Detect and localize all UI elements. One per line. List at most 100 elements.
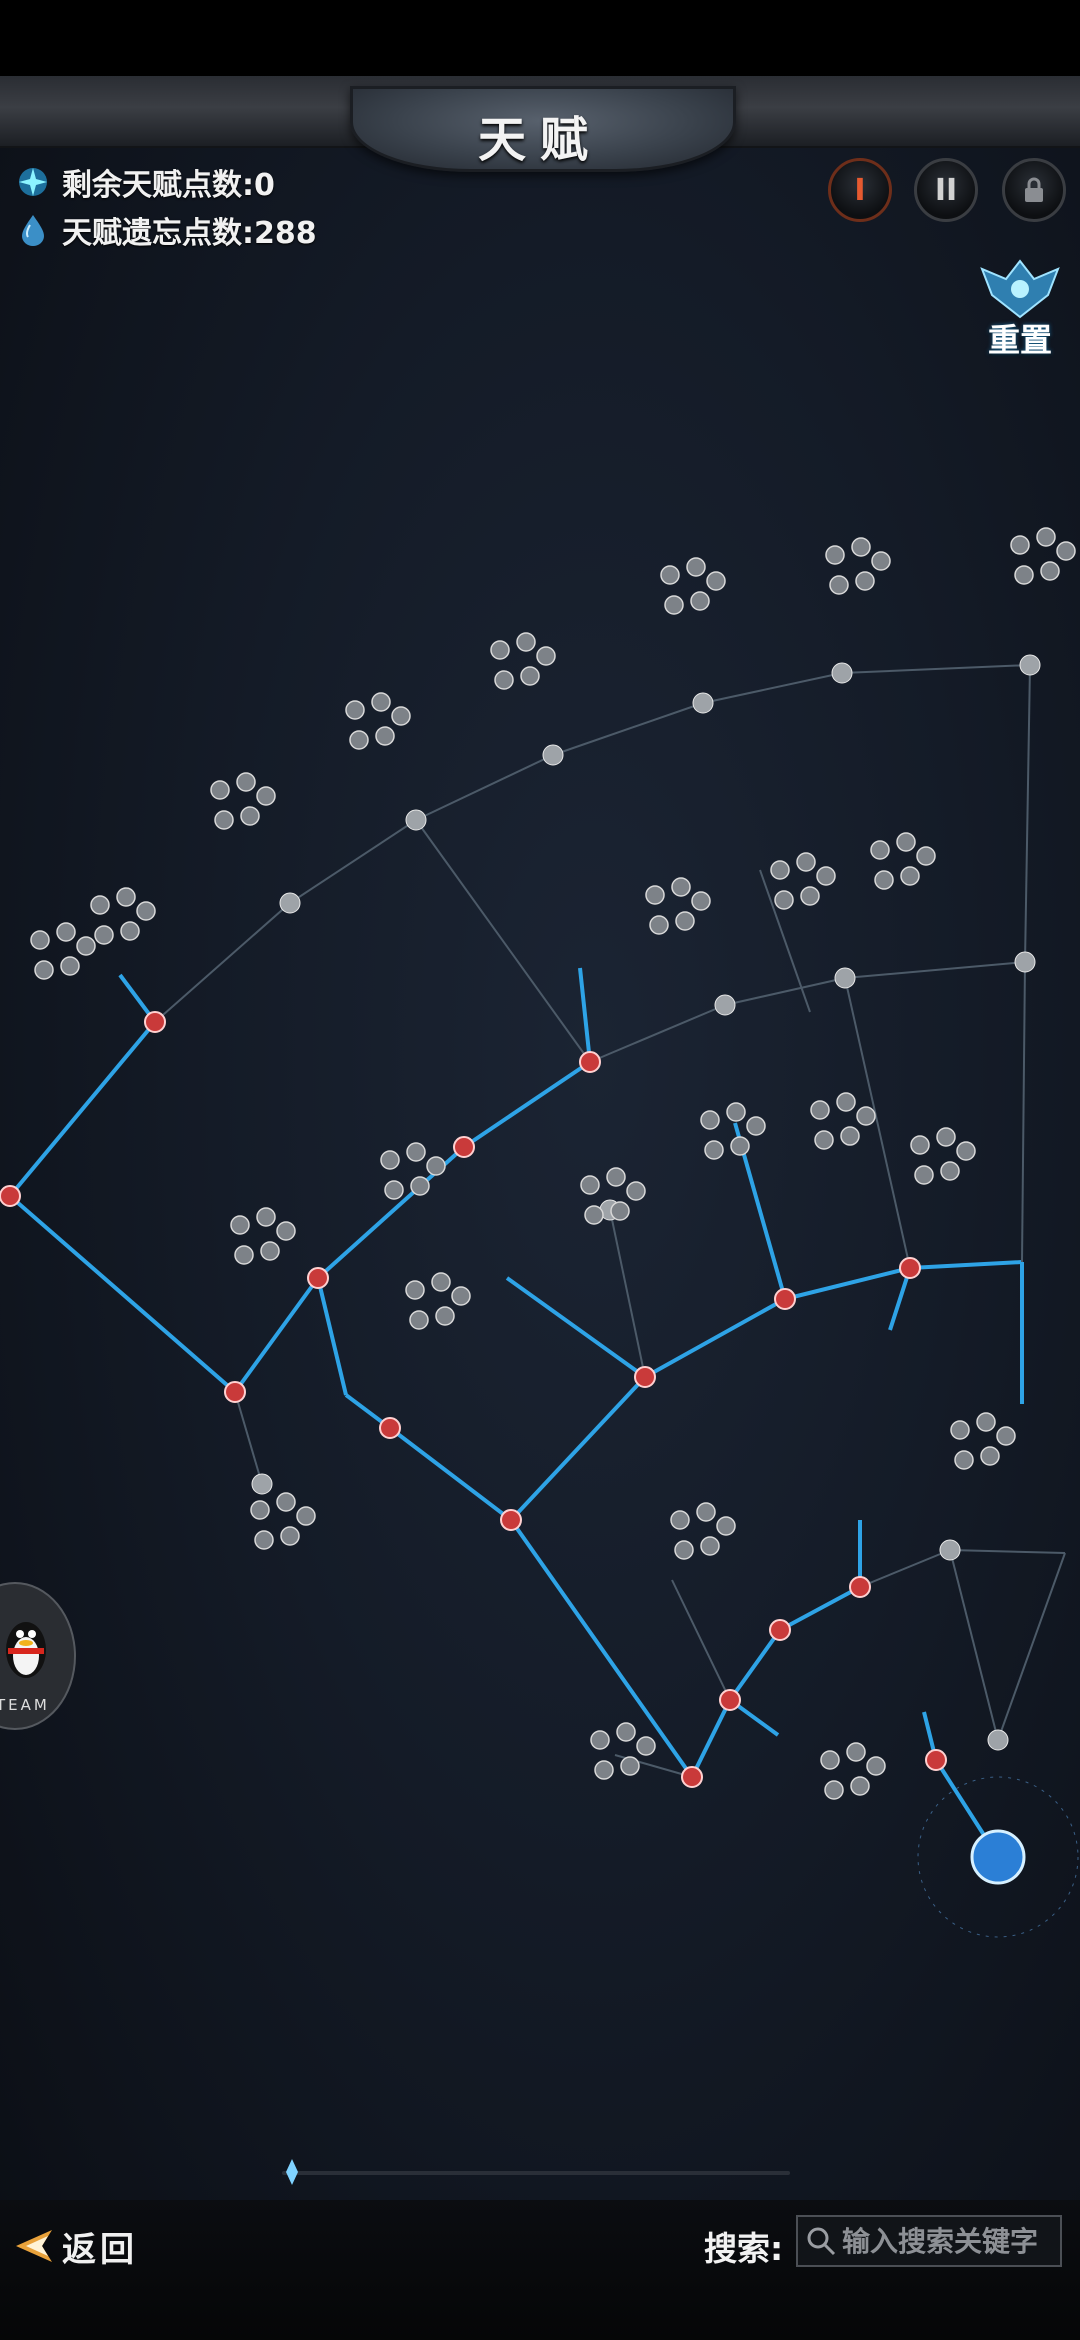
talent-node-minor[interactable] [405, 1280, 425, 1300]
talent-node-minor[interactable] [940, 1161, 960, 1181]
talent-node-minor[interactable] [850, 1776, 870, 1796]
talent-node-minor[interactable] [256, 1207, 276, 1227]
talent-node-minor[interactable] [380, 1150, 400, 1170]
talent-node-minor[interactable] [691, 891, 711, 911]
talent-node-minor[interactable] [234, 1245, 254, 1265]
talent-node-active[interactable] [453, 1136, 475, 1158]
talent-node-minor[interactable] [1010, 535, 1030, 555]
talent-node-minor[interactable] [996, 1426, 1016, 1446]
tier-two-button[interactable]: II [914, 158, 978, 222]
talent-node-minor[interactable] [256, 786, 276, 806]
talent-node-minor[interactable] [451, 1286, 471, 1306]
talent-node-minor[interactable] [214, 810, 234, 830]
talent-node-minor[interactable] [840, 1126, 860, 1146]
talent-node-minor[interactable] [674, 1540, 694, 1560]
talent-node-minor[interactable] [1036, 527, 1056, 547]
talent-node-minor[interactable] [866, 1756, 886, 1776]
talent-node-minor[interactable] [520, 666, 540, 686]
talent-node-minor[interactable] [90, 895, 110, 915]
talent-node-minor[interactable] [936, 1127, 956, 1147]
talent-node-minor[interactable] [916, 846, 936, 866]
talent-root-node[interactable] [970, 1829, 1026, 1885]
talent-node-active[interactable] [634, 1366, 656, 1388]
talent-node-locked[interactable] [279, 892, 301, 914]
talent-node-minor[interactable] [236, 772, 256, 792]
talent-node-minor[interactable] [56, 922, 76, 942]
talent-node-locked[interactable] [714, 994, 736, 1016]
search-input[interactable] [838, 2224, 1060, 2258]
talent-node-minor[interactable] [675, 911, 695, 931]
tier-one-button[interactable]: I [828, 158, 892, 222]
talent-node-active[interactable] [144, 1011, 166, 1033]
talent-node-minor[interactable] [116, 887, 136, 907]
talent-node-minor[interactable] [620, 1756, 640, 1776]
back-button[interactable]: 返回 [12, 2220, 138, 2272]
talent-node-minor[interactable] [240, 806, 260, 826]
talent-node-minor[interactable] [296, 1506, 316, 1526]
talent-node-minor[interactable] [254, 1530, 274, 1550]
talent-node-locked[interactable] [987, 1729, 1009, 1751]
talent-node-minor[interactable] [276, 1492, 296, 1512]
talent-node-minor[interactable] [770, 860, 790, 880]
talent-node-minor[interactable] [590, 1730, 610, 1750]
talent-node-minor[interactable] [1056, 541, 1076, 561]
talent-node-minor[interactable] [950, 1420, 970, 1440]
talent-node-minor[interactable] [814, 1130, 834, 1150]
talent-node-minor[interactable] [375, 726, 395, 746]
talent-node-minor[interactable] [774, 890, 794, 910]
talent-node-minor[interactable] [60, 956, 80, 976]
talent-node-minor[interactable] [426, 1156, 446, 1176]
talent-node-minor[interactable] [670, 1510, 690, 1530]
talent-node-minor[interactable] [696, 1502, 716, 1522]
talent-node-minor[interactable] [406, 1142, 426, 1162]
talent-node-minor[interactable] [645, 885, 665, 905]
talent-node-minor[interactable] [30, 930, 50, 950]
talent-node-active[interactable] [925, 1749, 947, 1771]
talent-node-active[interactable] [769, 1619, 791, 1641]
talent-node-minor[interactable] [230, 1215, 250, 1235]
talent-node-minor[interactable] [874, 870, 894, 890]
talent-node-minor[interactable] [800, 886, 820, 906]
talent-node-minor[interactable] [851, 537, 871, 557]
talent-node-minor[interactable] [820, 1750, 840, 1770]
talent-node-minor[interactable] [136, 901, 156, 921]
talent-node-minor[interactable] [660, 565, 680, 585]
talent-node-minor[interactable] [846, 1742, 866, 1762]
talent-node-minor[interactable] [280, 1526, 300, 1546]
talent-node-minor[interactable] [671, 877, 691, 897]
talent-node-active[interactable] [0, 1185, 21, 1207]
talent-node-minor[interactable] [120, 921, 140, 941]
talent-node-minor[interactable] [796, 852, 816, 872]
talent-node-minor[interactable] [626, 1181, 646, 1201]
talent-node-minor[interactable] [855, 571, 875, 591]
talent-node-minor[interactable] [616, 1722, 636, 1742]
talent-node-active[interactable] [307, 1267, 329, 1289]
talent-node-minor[interactable] [260, 1241, 280, 1261]
talent-node-minor[interactable] [584, 1205, 604, 1225]
talent-node-minor[interactable] [686, 557, 706, 577]
talent-node-minor[interactable] [900, 866, 920, 886]
talent-node-minor[interactable] [746, 1116, 766, 1136]
talent-node-minor[interactable] [810, 1100, 830, 1120]
talent-node-minor[interactable] [980, 1446, 1000, 1466]
talent-node-minor[interactable] [76, 936, 96, 956]
talent-node-minor[interactable] [435, 1306, 455, 1326]
talent-node-locked[interactable] [405, 809, 427, 831]
talent-node-locked[interactable] [1019, 654, 1041, 676]
talent-node-minor[interactable] [664, 595, 684, 615]
talent-node-minor[interactable] [606, 1167, 626, 1187]
talent-node-active[interactable] [681, 1766, 703, 1788]
search-box[interactable] [796, 2215, 1062, 2267]
horizontal-scroll-track[interactable] [282, 2171, 790, 2175]
talent-node-minor[interactable] [636, 1736, 656, 1756]
talent-node-locked[interactable] [1014, 951, 1036, 973]
talent-node-minor[interactable] [825, 545, 845, 565]
talent-node-active[interactable] [379, 1417, 401, 1439]
talent-node-minor[interactable] [956, 1141, 976, 1161]
talent-node-minor[interactable] [490, 640, 510, 660]
talent-node-minor[interactable] [649, 915, 669, 935]
talent-node-minor[interactable] [976, 1412, 996, 1432]
talent-node-minor[interactable] [829, 575, 849, 595]
talent-node-locked[interactable] [692, 692, 714, 714]
talent-node-locked[interactable] [834, 967, 856, 989]
